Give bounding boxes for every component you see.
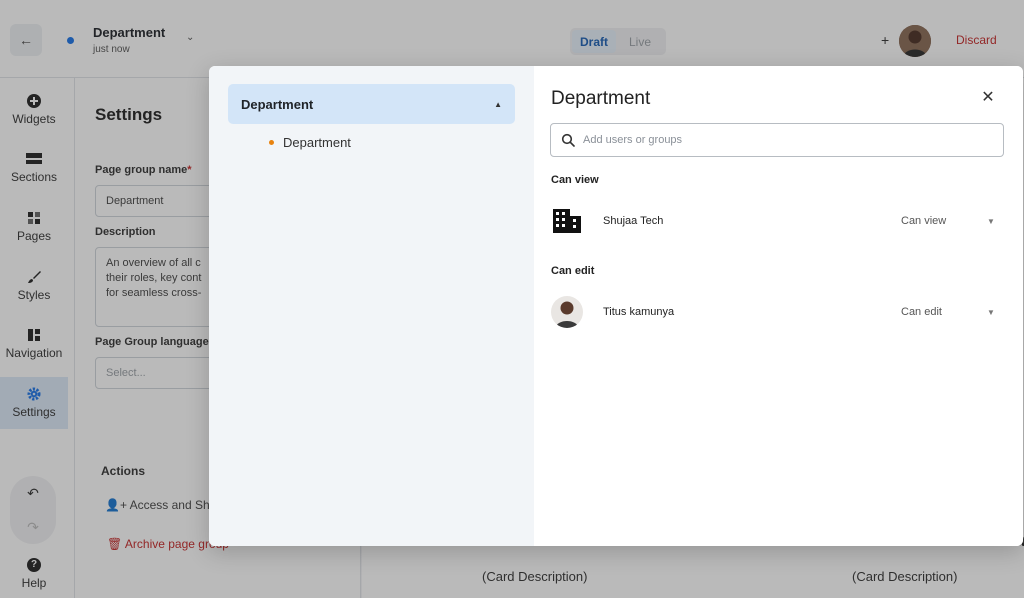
modal-title: Department bbox=[551, 88, 651, 109]
page-tree: Department ▲ Department bbox=[209, 66, 534, 546]
bullet-icon bbox=[269, 140, 274, 145]
can-view-heading: Can view bbox=[551, 174, 599, 186]
tree-child-label: Department bbox=[283, 135, 351, 150]
user-avatar bbox=[551, 296, 583, 328]
permission-row: Titus kamunya Can edit ▼ bbox=[551, 292, 1001, 332]
caret-down-icon[interactable]: ▼ bbox=[981, 217, 1001, 226]
user-name: Titus kamunya bbox=[603, 306, 675, 318]
user-name: Shujaa Tech bbox=[603, 215, 664, 227]
can-edit-heading: Can edit bbox=[551, 265, 595, 277]
permissions-panel: Department ✕ Can view bbox=[534, 66, 1023, 546]
sharing-modal: Department ▲ Department Department ✕ Can… bbox=[209, 66, 1023, 546]
permission-row: Shujaa Tech Can view ▼ bbox=[551, 201, 1001, 241]
building-icon bbox=[551, 205, 583, 237]
search-box bbox=[550, 123, 1004, 157]
caret-down-icon[interactable]: ▼ bbox=[981, 308, 1001, 317]
caret-up-icon[interactable]: ▲ bbox=[494, 100, 502, 109]
tree-item-department[interactable]: Department ▲ bbox=[228, 84, 515, 124]
search-icon bbox=[561, 133, 575, 147]
add-users-input[interactable] bbox=[583, 134, 993, 146]
close-icon[interactable]: ✕ bbox=[980, 90, 996, 106]
permission-select[interactable]: Can edit bbox=[901, 306, 971, 318]
permission-select[interactable]: Can view bbox=[901, 215, 971, 227]
tree-child-item[interactable]: Department bbox=[269, 135, 351, 150]
tree-item-label: Department bbox=[241, 96, 314, 112]
